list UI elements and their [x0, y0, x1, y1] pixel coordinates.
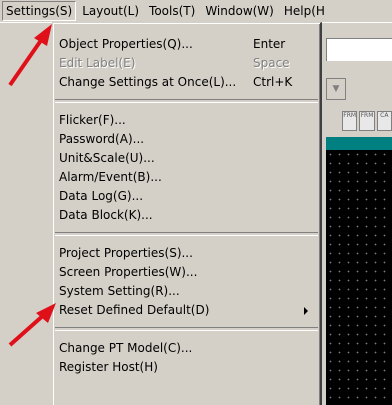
submenu-arrow-icon — [304, 307, 308, 315]
menu-layout[interactable]: Layout(L) — [78, 2, 143, 20]
menu-item-shortcut: Enter — [253, 37, 286, 51]
screen-canvas[interactable] — [326, 150, 392, 405]
frame-button[interactable]: FRM — [342, 111, 358, 131]
menu-item-label: Alarm/Event(B)... — [59, 170, 162, 184]
menu-separator — [55, 99, 318, 103]
menu-separator — [55, 232, 318, 236]
menu-item-shortcut: Ctrl+K — [253, 75, 293, 89]
chevron-down-icon[interactable]: ▼ — [326, 78, 346, 100]
menu-item-change-settings-at-once[interactable]: Change Settings at Once(L)... Ctrl+K — [53, 73, 320, 92]
menu-tools[interactable]: Tools(T) — [145, 2, 199, 20]
menu-help[interactable]: Help(H — [280, 2, 329, 20]
menu-item-unit-scale[interactable]: Unit&Scale(U)... — [53, 149, 320, 168]
menu-window[interactable]: Window(W) — [201, 2, 278, 20]
menu-item-edit-label: Edit Label(E) Space — [53, 54, 320, 73]
menu-item-register-host[interactable]: Register Host(H) — [53, 358, 320, 377]
menu-item-project-properties[interactable]: Project Properties(S)... — [53, 244, 320, 263]
menu-item-label: Reset Defined Default(D) — [59, 303, 210, 317]
background-toolbar: FRM FRM CA — [326, 106, 392, 136]
menu-separator — [55, 327, 318, 331]
menu-item-data-log[interactable]: Data Log(G)... — [53, 187, 320, 206]
menu-item-shortcut: Space — [253, 56, 290, 70]
menu-item-label: Change PT Model(C)... — [59, 341, 193, 355]
menu-item-label: Data Log(G)... — [59, 189, 144, 203]
menu-item-label: Edit Label(E) — [59, 56, 136, 70]
frame-button-2[interactable]: FRM — [359, 111, 375, 131]
menu-item-label: Unit&Scale(U)... — [59, 151, 155, 165]
menu-settings[interactable]: Settings(S) — [2, 1, 77, 21]
ca-button[interactable]: CA — [376, 111, 392, 131]
menu-item-label: System Setting(R)... — [59, 284, 180, 298]
menu-item-screen-properties[interactable]: Screen Properties(W)... — [53, 263, 320, 282]
menu-item-label: Flicker(F)... — [59, 113, 126, 127]
menu-item-label: Object Properties(Q)... — [59, 37, 193, 51]
menu-item-label: Register Host(H) — [59, 360, 158, 374]
menu-item-alarm-event[interactable]: Alarm/Event(B)... — [53, 168, 320, 187]
menu-item-change-pt-model[interactable]: Change PT Model(C)... — [53, 339, 320, 358]
menu-bar: Settings(S) Layout(L) Tools(T) Window(W)… — [0, 0, 392, 23]
settings-dropdown-menu: Object Properties(Q)... Enter Edit Label(E… — [52, 22, 322, 405]
screen-title-bar — [326, 137, 392, 150]
menu-item-reset-defined-default[interactable]: Reset Defined Default(D) — [53, 301, 320, 320]
menu-item-system-setting[interactable]: System Setting(R)... — [53, 282, 320, 301]
background-text-field[interactable] — [326, 38, 392, 61]
menu-item-label: Project Properties(S)... — [59, 246, 193, 260]
menu-item-flicker[interactable]: Flicker(F)... — [53, 111, 320, 130]
menu-item-data-block[interactable]: Data Block(K)... — [53, 206, 320, 225]
menu-item-label: Screen Properties(W)... — [59, 265, 198, 279]
menu-item-object-properties[interactable]: Object Properties(Q)... Enter — [53, 35, 320, 54]
menu-item-label: Change Settings at Once(L)... — [59, 75, 237, 89]
menu-item-password[interactable]: Password(A)... — [53, 130, 320, 149]
menu-item-label: Password(A)... — [59, 132, 145, 146]
menu-item-label: Data Block(K)... — [59, 208, 153, 222]
